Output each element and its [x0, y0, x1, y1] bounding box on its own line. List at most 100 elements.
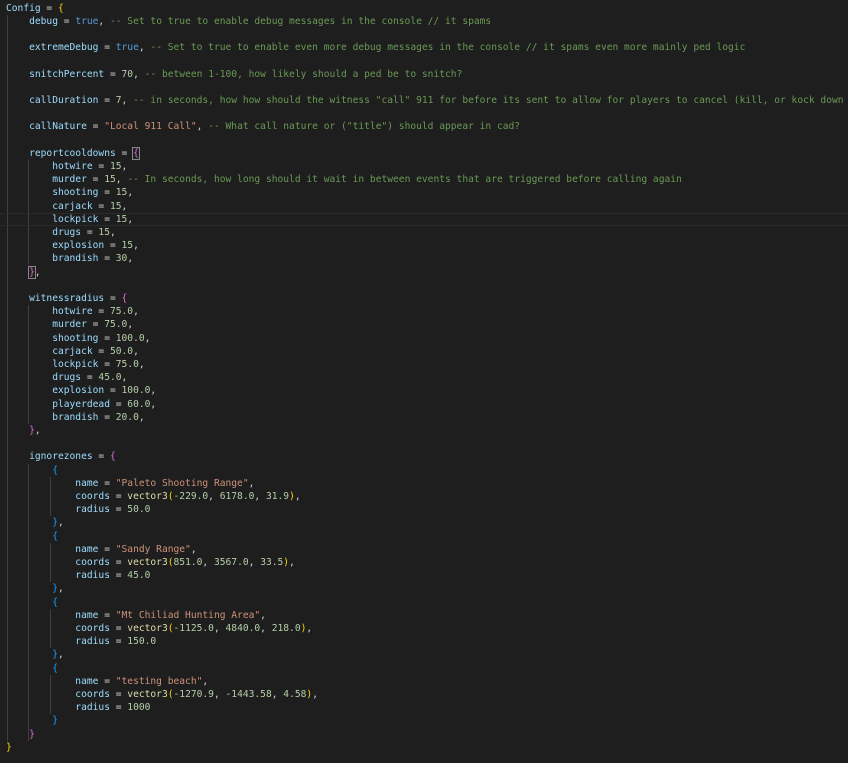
punctuation: , [271, 688, 284, 700]
identifier: ignorezones [6, 451, 93, 463]
code-line[interactable]: hotwire = 75.0, [6, 305, 139, 318]
punctuation [6, 715, 52, 726]
code-line[interactable]: name = "Paleto Shooting Range", [6, 477, 254, 490]
code-line[interactable]: shooting = 100.0, [6, 332, 150, 345]
code-line[interactable]: name = "Mt Chiliad Hunting Area", [6, 609, 266, 622]
code-line[interactable]: } [6, 728, 35, 741]
code-line[interactable]: radius = 150.0 [6, 635, 156, 648]
number-literal: 33.5 [260, 556, 284, 568]
identifier: name [6, 477, 99, 489]
punctuation: , [58, 583, 64, 595]
code-line[interactable]: playerdead = 60.0, [6, 398, 156, 411]
punctuation: , [213, 688, 226, 700]
code-line[interactable]: } [6, 741, 12, 754]
code-line[interactable]: } [6, 714, 58, 727]
comment: -- In seconds, how long should it wait i… [127, 174, 682, 186]
code-line[interactable]: brandish = 20.0, [6, 411, 144, 424]
punctuation: , [213, 622, 226, 634]
code-line[interactable]: name = "testing beach", [6, 675, 208, 688]
number-literal: -1125.0 [173, 622, 214, 634]
code-line[interactable]: drugs = 15, [6, 226, 116, 239]
code-line[interactable]: coords = vector3(851.0, 3567.0, 33.5), [6, 556, 295, 569]
code-line[interactable]: { [6, 662, 58, 675]
number-literal: 851.0 [173, 556, 203, 568]
code-editor[interactable]: Config = { debug = true, -- Set to true … [0, 0, 848, 763]
number-literal: 4840.0 [225, 622, 261, 634]
code-line[interactable]: }, [6, 516, 64, 529]
identifier: coords [6, 688, 110, 700]
code-line[interactable]: radius = 1000 [6, 701, 150, 714]
code-line[interactable]: murder = 15, -- In seconds, how long sho… [6, 173, 682, 186]
code-line[interactable]: extremeDebug = true, -- Set to true to e… [6, 41, 745, 54]
operator: = [109, 398, 128, 410]
code-line[interactable]: { [6, 530, 58, 543]
identifier: radius [6, 504, 110, 516]
code-line[interactable]: radius = 50.0 [6, 503, 150, 516]
code-line[interactable]: witnessradius = { [6, 292, 127, 305]
punctuation: , [144, 332, 151, 344]
operator: = [92, 200, 110, 212]
code-line[interactable]: reportcooldowns = { [6, 146, 140, 160]
code-line[interactable]: brandish = 30, [6, 252, 133, 265]
operator: = [98, 42, 116, 54]
operator: = [109, 556, 128, 568]
code-line[interactable]: explosion = 100.0, [6, 384, 156, 397]
operator: = [98, 609, 116, 621]
operator: = [86, 319, 105, 331]
identifier: lockpick [6, 213, 99, 225]
punctuation: , [109, 226, 116, 238]
punctuation: , [150, 398, 157, 410]
code-line[interactable]: carjack = 50.0, [6, 345, 139, 358]
punctuation [6, 729, 29, 740]
code-line[interactable]: coords = vector3(-1125.0, 4840.0, 218.0)… [6, 622, 312, 635]
number-literal: 20.0 [115, 411, 139, 423]
punctuation: , [121, 372, 128, 384]
punctuation: , [150, 385, 157, 397]
code-line[interactable]: snitchPercent = 70, -- between 1-100, ho… [6, 68, 462, 81]
comment: -- between 1-100, how likely should a pe… [144, 68, 463, 80]
identifier: drugs [6, 372, 82, 384]
code-line[interactable]: coords = vector3(-1270.9, -1443.58, 4.58… [6, 688, 318, 701]
punctuation: , [133, 345, 139, 357]
number-literal: -1443.58 [225, 688, 272, 700]
code-line[interactable]: lockpick = 75.0, [6, 358, 144, 371]
number-literal: 1000 [127, 702, 151, 714]
bracket: { [121, 292, 128, 304]
code-line[interactable]: coords = vector3(-229.0, 6178.0, 31.9), [6, 490, 300, 503]
code-line[interactable]: }, [6, 648, 64, 661]
identifier: lockpick [6, 358, 99, 370]
operator: = [104, 68, 122, 80]
code-line[interactable]: callDuration = 7, -- in seconds, how how… [6, 94, 848, 107]
code-line[interactable]: shooting = 15, [6, 186, 133, 199]
code-line[interactable]: lockpick = 15, [0, 213, 848, 226]
punctuation: , [121, 160, 128, 172]
code-line[interactable]: hotwire = 15, [6, 160, 127, 173]
code-line[interactable]: }, [6, 582, 64, 595]
code-line[interactable]: Config = { [6, 2, 64, 15]
punctuation: , [115, 174, 128, 186]
operator: = [98, 94, 116, 106]
code-line[interactable]: { [6, 464, 58, 477]
code-line[interactable]: debug = true, -- Set to true to enable d… [6, 15, 491, 28]
code-line[interactable]: { [6, 596, 58, 609]
code-line[interactable]: carjack = 15, [6, 200, 127, 213]
number-literal: 218.0 [271, 622, 301, 634]
punctuation: , [127, 253, 134, 265]
code-line[interactable]: drugs = 45.0, [6, 371, 127, 384]
punctuation: , [202, 556, 214, 568]
string-literal: "Sandy Range" [115, 543, 191, 555]
identifier: brandish [6, 411, 99, 423]
code-line[interactable]: explosion = 15, [6, 239, 139, 252]
operator: = [98, 477, 116, 489]
code-line[interactable]: }, [6, 265, 41, 279]
code-line[interactable]: ignorezones = { [6, 450, 116, 463]
code-line[interactable]: callNature = "Local 911 Call", -- What c… [6, 120, 520, 133]
code-line[interactable]: murder = 75.0, [6, 318, 133, 331]
operator: = [86, 174, 105, 186]
code-line[interactable]: name = "Sandy Range", [6, 543, 196, 556]
operator: = [104, 385, 122, 397]
punctuation [6, 517, 52, 528]
code-line[interactable]: radius = 45.0 [6, 569, 150, 582]
code-line[interactable]: }, [6, 424, 41, 437]
punctuation [6, 531, 52, 542]
